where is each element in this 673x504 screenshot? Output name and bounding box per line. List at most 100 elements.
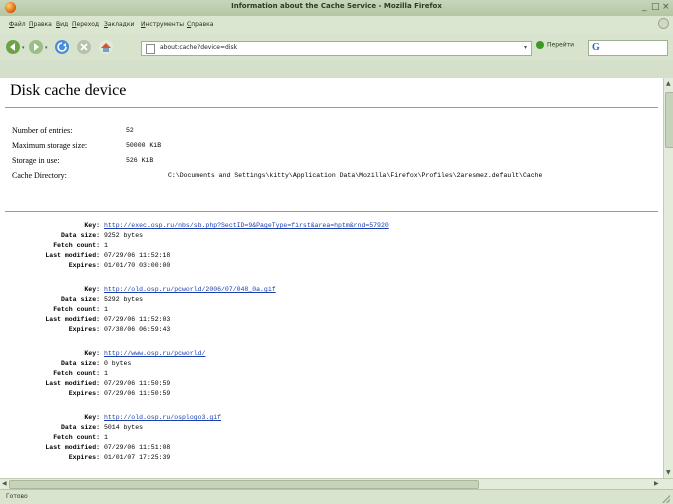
fetch-label: Fetch count:: [53, 434, 100, 441]
info-row-directory: Cache Directory: C:\Documents and Setting…: [12, 171, 662, 186]
info-label: Storage in use:: [12, 156, 60, 165]
page-content: Disk cache device Number of entries: 52 M…: [0, 78, 663, 478]
key-label: Key:: [84, 286, 100, 293]
cache-entries: Key: http://exec.osp.ru/nbs/sb.php?SectID…: [0, 222, 660, 478]
status-text: Готово: [6, 493, 28, 500]
maximize-icon[interactable]: □: [651, 3, 660, 12]
search-box[interactable]: G: [588, 40, 668, 56]
info-value: 526 KiB: [126, 157, 154, 164]
url-dropdown-icon[interactable]: ▾: [524, 44, 527, 51]
size-label: Data size:: [60, 360, 100, 367]
browser-window: Information about the Cache Service - Mo…: [0, 0, 673, 504]
expires-label: Expires:: [68, 262, 100, 269]
throbber-icon: [658, 18, 669, 29]
menu-edit[interactable]: Правка: [29, 21, 52, 28]
menu-view[interactable]: Вид: [56, 21, 68, 28]
entry-modified: 07/29/06 11:51:08: [104, 444, 171, 451]
modified-label: Last modified:: [45, 252, 100, 259]
go-icon: [536, 41, 544, 49]
info-value: 50000 KiB: [126, 142, 162, 149]
home-icon[interactable]: [98, 39, 114, 55]
menu-tools[interactable]: Инструменты: [141, 21, 184, 28]
divider: [5, 211, 658, 212]
entry-fetch: 1: [104, 434, 108, 441]
entry-size: 0 bytes: [104, 360, 132, 367]
menu-bookmarks[interactable]: Закладки: [104, 21, 134, 28]
scroll-up-icon[interactable]: ▲: [666, 80, 671, 87]
bookmarks-toolbar: [0, 60, 673, 79]
expires-label: Expires:: [68, 326, 100, 333]
cache-entry: Key: http://old.osp.ru/pcworld/2006/07/04…: [0, 286, 660, 350]
resize-grip-icon[interactable]: [662, 495, 670, 503]
stop-icon[interactable]: [76, 39, 92, 55]
entry-expires: 01/01/70 03:00:00: [104, 262, 171, 269]
entry-modified: 07/29/06 11:50:59: [104, 380, 171, 387]
forward-arrow-icon[interactable]: [28, 39, 44, 55]
expires-label: Expires:: [68, 390, 100, 397]
entry-size: 9252 bytes: [104, 232, 144, 239]
page-icon: [146, 44, 155, 54]
key-label: Key:: [84, 350, 100, 357]
cache-entry: Key: http://old.osp.ru/osplogo3.gif Data …: [0, 414, 660, 478]
menu-bar: Файл Правка Вид Переход Закладки Инструм…: [0, 16, 673, 34]
scroll-down-icon[interactable]: ▼: [666, 469, 671, 476]
entry-expires: 01/01/07 17:25:39: [104, 454, 171, 461]
search-engine-icon[interactable]: G: [592, 42, 600, 53]
go-label: Перейти: [547, 41, 574, 49]
entry-key-link[interactable]: http://old.osp.ru/pcworld/2006/07/048_0a…: [104, 286, 276, 293]
menu-help[interactable]: Справка: [187, 21, 213, 28]
entry-fetch: 1: [104, 306, 108, 313]
url-text[interactable]: about:cache?device=disk: [160, 44, 237, 51]
title-bar: Information about the Cache Service - Mo…: [0, 0, 673, 16]
back-arrow-icon[interactable]: [5, 39, 21, 55]
minimize-icon[interactable]: _: [642, 3, 647, 12]
entry-key-link[interactable]: http://www.osp.ru/pcworld/: [104, 350, 205, 357]
menu-go[interactable]: Переход: [72, 21, 99, 28]
divider: [5, 107, 658, 108]
url-bar[interactable]: about:cache?device=disk ▾: [141, 41, 532, 56]
back-dropdown-icon[interactable]: ▾: [22, 45, 25, 51]
expires-label: Expires:: [68, 454, 100, 461]
entry-modified: 07/29/06 11:52:18: [104, 252, 171, 259]
entry-fetch: 1: [104, 370, 108, 377]
vertical-scrollbar[interactable]: ▲ ▼: [663, 78, 673, 478]
key-label: Key:: [84, 222, 100, 229]
size-label: Data size:: [60, 424, 100, 431]
horizontal-scroll-thumb[interactable]: [9, 480, 479, 489]
vertical-scroll-thumb[interactable]: [665, 92, 673, 148]
status-bar: Готово: [0, 489, 673, 504]
go-button[interactable]: Перейти: [536, 41, 574, 49]
key-label: Key:: [84, 414, 100, 421]
reload-icon[interactable]: [54, 39, 70, 55]
scroll-left-icon[interactable]: ◀: [2, 480, 7, 487]
entry-key-link[interactable]: http://old.osp.ru/osplogo3.gif: [104, 414, 221, 421]
entry-fetch: 1: [104, 242, 108, 249]
info-label: Maximum storage size:: [12, 141, 88, 150]
info-label: Number of entries:: [12, 126, 73, 135]
entry-modified: 07/29/06 11:52:03: [104, 316, 171, 323]
scroll-right-icon[interactable]: ▶: [654, 480, 659, 487]
info-value: C:\Documents and Settings\kitty\Applicat…: [168, 172, 543, 179]
cache-entry: Key: http://www.osp.ru/pcworld/ Data size…: [0, 350, 660, 414]
close-icon[interactable]: ×: [662, 3, 670, 12]
entry-size: 5292 bytes: [104, 296, 144, 303]
page-title: Disk cache device: [10, 82, 127, 99]
fetch-label: Fetch count:: [53, 242, 100, 249]
cache-entry: Key: http://exec.osp.ru/nbs/sb.php?SectID…: [0, 222, 660, 286]
info-row-max-size: Maximum storage size: 50000 KiB: [12, 141, 662, 156]
size-label: Data size:: [60, 232, 100, 239]
entry-size: 5014 bytes: [104, 424, 144, 431]
fetch-label: Fetch count:: [53, 370, 100, 377]
forward-dropdown-icon[interactable]: ▾: [45, 45, 48, 51]
menu-file[interactable]: Файл: [9, 21, 26, 28]
modified-label: Last modified:: [45, 380, 100, 387]
size-label: Data size:: [60, 296, 100, 303]
modified-label: Last modified:: [45, 316, 100, 323]
horizontal-scrollbar[interactable]: ◀ ▶: [0, 478, 673, 489]
cache-info: Number of entries: 52 Maximum storage siz…: [12, 126, 662, 186]
entry-expires: 07/29/06 11:50:59: [104, 390, 171, 397]
info-row-in-use: Storage in use: 526 KiB: [12, 156, 662, 171]
modified-label: Last modified:: [45, 444, 100, 451]
entry-key-link[interactable]: http://exec.osp.ru/nbs/sb.php?SectID=9&P…: [104, 222, 389, 229]
entry-expires: 07/30/06 06:59:43: [104, 326, 171, 333]
